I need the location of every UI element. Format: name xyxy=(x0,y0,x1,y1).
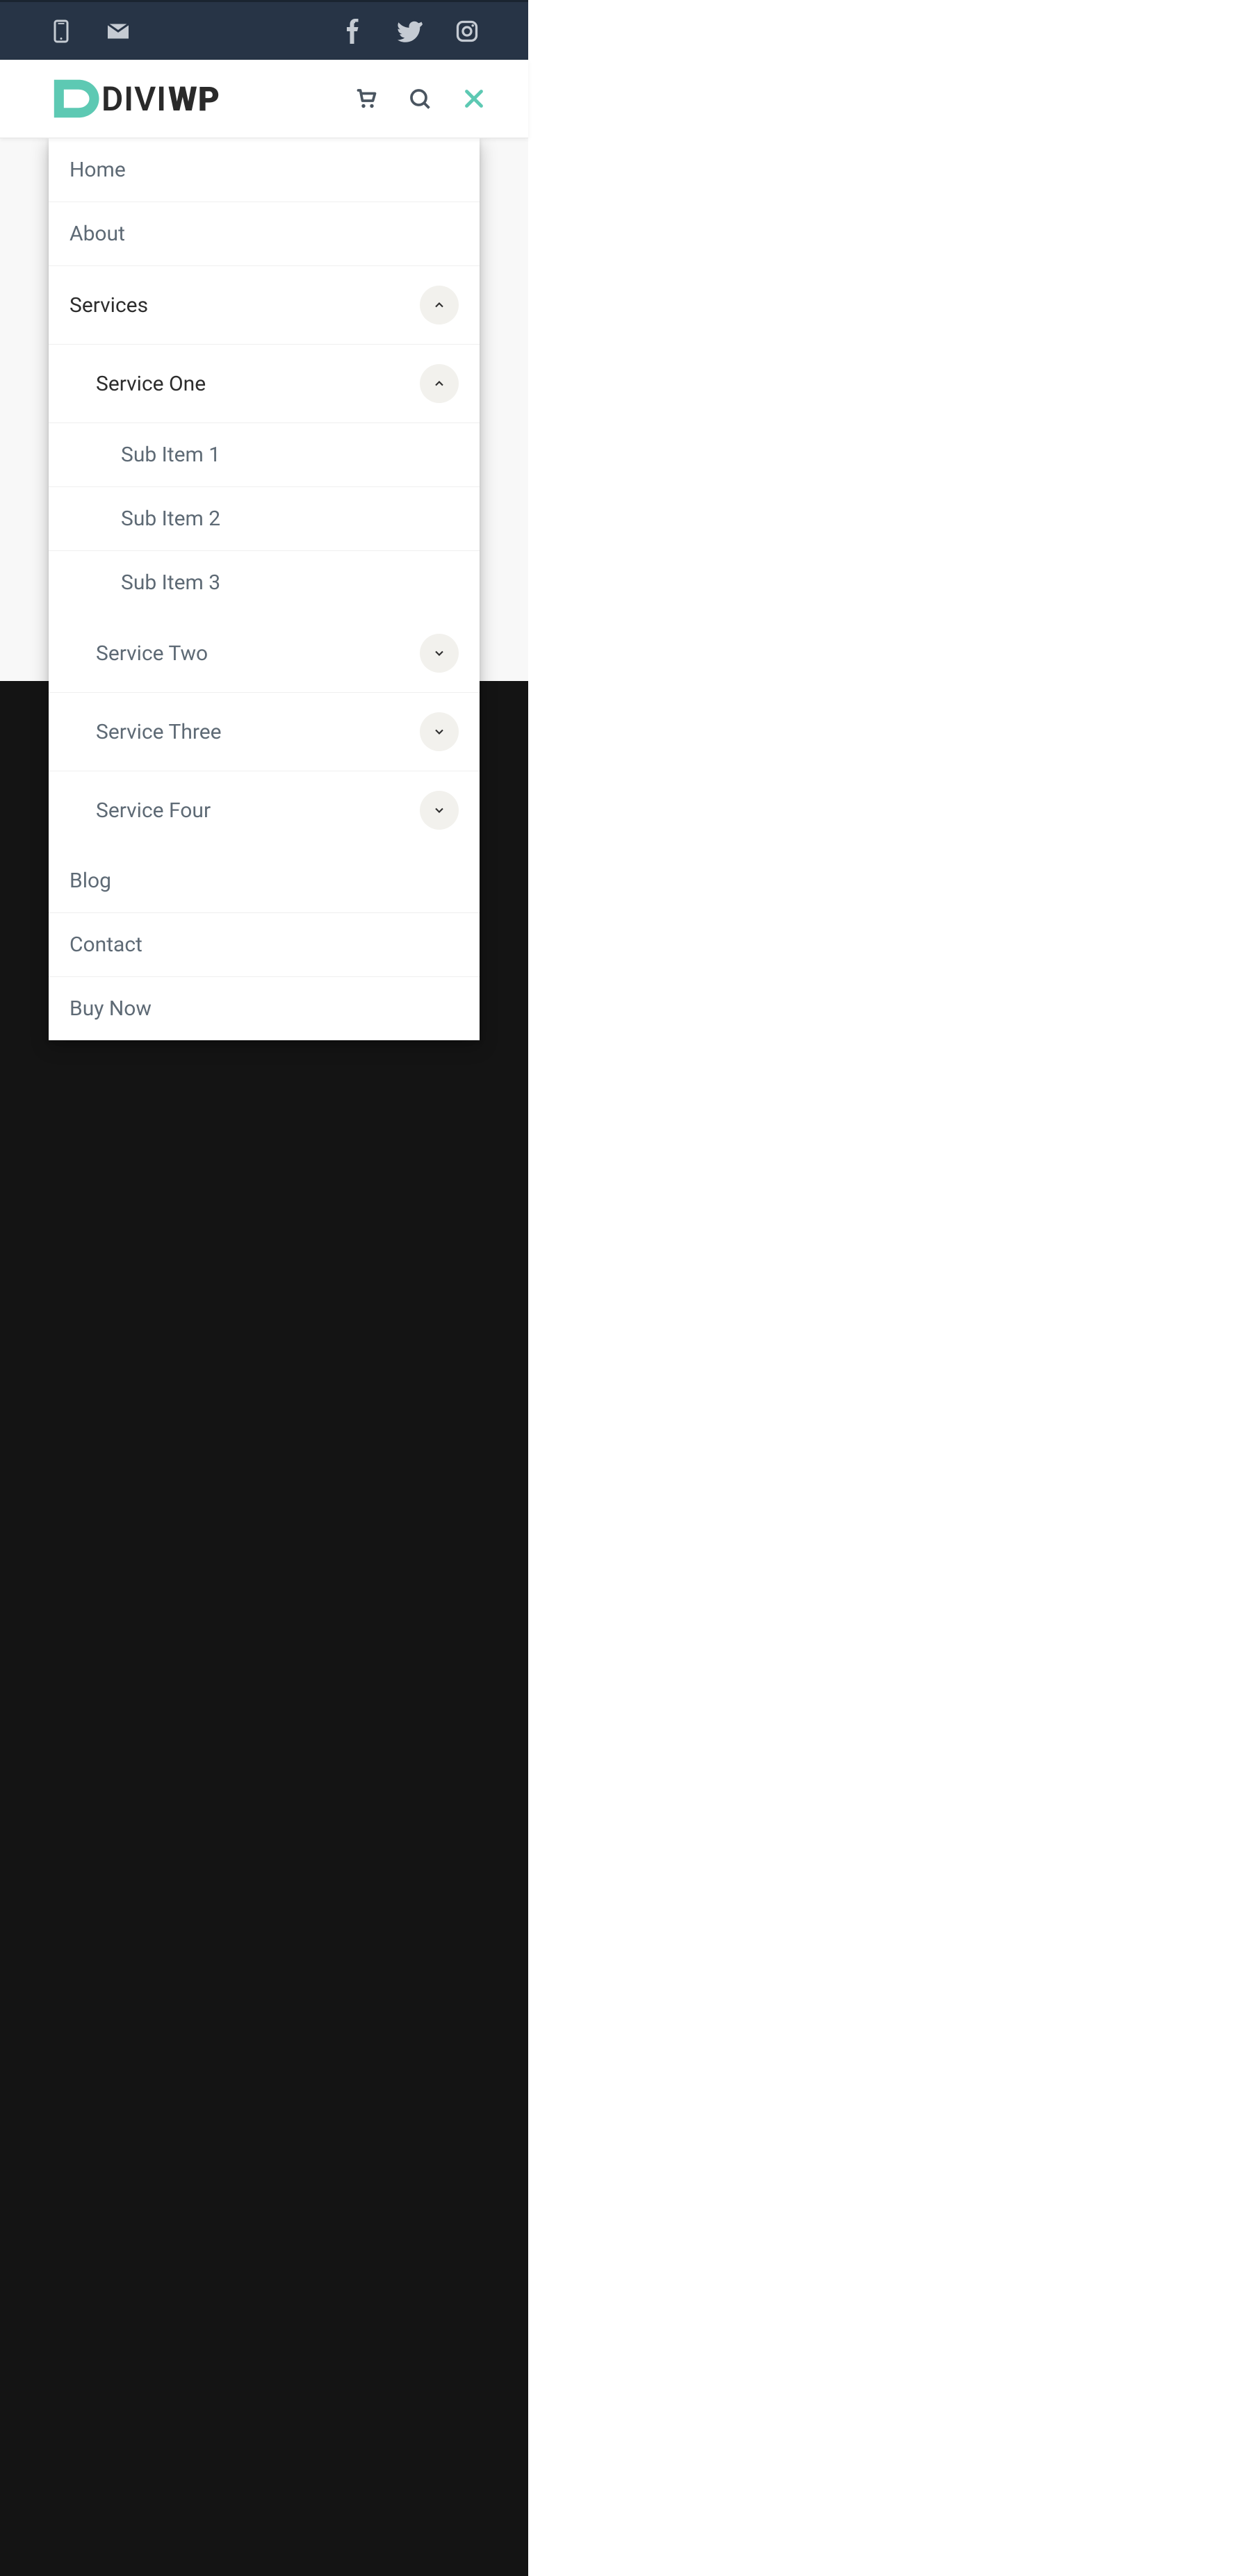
header: DIVI WP xyxy=(0,60,528,138)
header-actions xyxy=(353,86,486,111)
menu-item-label: Buy Now xyxy=(70,996,152,1021)
instagram-icon[interactable] xyxy=(455,19,480,44)
cart-icon[interactable] xyxy=(353,86,378,111)
logo-mark-icon xyxy=(49,72,103,126)
topbar xyxy=(0,0,528,60)
menu-item-services[interactable]: Services xyxy=(49,266,480,345)
close-icon[interactable] xyxy=(461,86,486,111)
menu-item-service-two[interactable]: Service Two xyxy=(49,614,480,693)
chevron-down-icon[interactable] xyxy=(420,634,459,673)
menu-item-buy-now[interactable]: Buy Now xyxy=(49,977,480,1040)
chevron-down-icon[interactable] xyxy=(420,712,459,751)
menu-item-label: Services xyxy=(70,293,148,318)
phone-icon[interactable] xyxy=(49,19,74,44)
subsubmenu-service-one: Sub Item 1 Sub Item 2 Sub Item 3 xyxy=(49,423,480,614)
menu-item-service-three[interactable]: Service Three xyxy=(49,693,480,771)
menu-item-label: Blog xyxy=(70,869,111,893)
logo-text-wp: WP xyxy=(168,79,220,119)
menu-item-sub-item-1[interactable]: Sub Item 1 xyxy=(49,423,480,487)
topbar-right xyxy=(341,19,480,44)
menu-item-about[interactable]: About xyxy=(49,202,480,266)
menu-item-label: Service Three xyxy=(96,720,222,744)
menu-item-label: Service One xyxy=(96,372,206,396)
chevron-up-icon[interactable] xyxy=(420,364,459,403)
menu-item-label: Service Four xyxy=(96,798,211,823)
menu-item-label: Sub Item 2 xyxy=(121,507,220,531)
logo-text-divi: DIVI xyxy=(101,79,167,119)
menu-item-sub-item-2[interactable]: Sub Item 2 xyxy=(49,487,480,551)
search-icon[interactable] xyxy=(407,86,432,111)
menu-item-label: Service Two xyxy=(96,641,208,666)
menu-item-sub-item-3[interactable]: Sub Item 3 xyxy=(49,551,480,614)
page-background xyxy=(528,0,1251,2576)
email-icon[interactable] xyxy=(106,19,131,44)
menu-item-service-four[interactable]: Service Four xyxy=(49,771,480,849)
menu-item-home[interactable]: Home xyxy=(49,138,480,202)
menu-item-label: About xyxy=(70,222,125,246)
menu-item-label: Sub Item 1 xyxy=(121,443,220,467)
menu-item-label: Sub Item 3 xyxy=(121,571,220,595)
menu-item-service-one[interactable]: Service One xyxy=(49,345,480,423)
menu-item-blog[interactable]: Blog xyxy=(49,849,480,913)
facebook-icon[interactable] xyxy=(341,19,366,44)
chevron-down-icon[interactable] xyxy=(420,791,459,830)
twitter-icon[interactable] xyxy=(398,19,423,44)
page-wrapper: DIVI WP Home About Services xyxy=(0,0,528,1040)
menu-item-label: Home xyxy=(70,158,126,182)
menu-item-contact[interactable]: Contact xyxy=(49,913,480,977)
submenu-services: Service One Sub Item 1 Sub Item 2 Sub It… xyxy=(49,345,480,849)
mobile-menu-panel: Home About Services Service One Sub Item… xyxy=(49,138,480,1040)
logo[interactable]: DIVI WP xyxy=(49,72,220,126)
chevron-up-icon[interactable] xyxy=(420,286,459,325)
topbar-left xyxy=(49,19,131,44)
menu-item-label: Contact xyxy=(70,933,142,957)
